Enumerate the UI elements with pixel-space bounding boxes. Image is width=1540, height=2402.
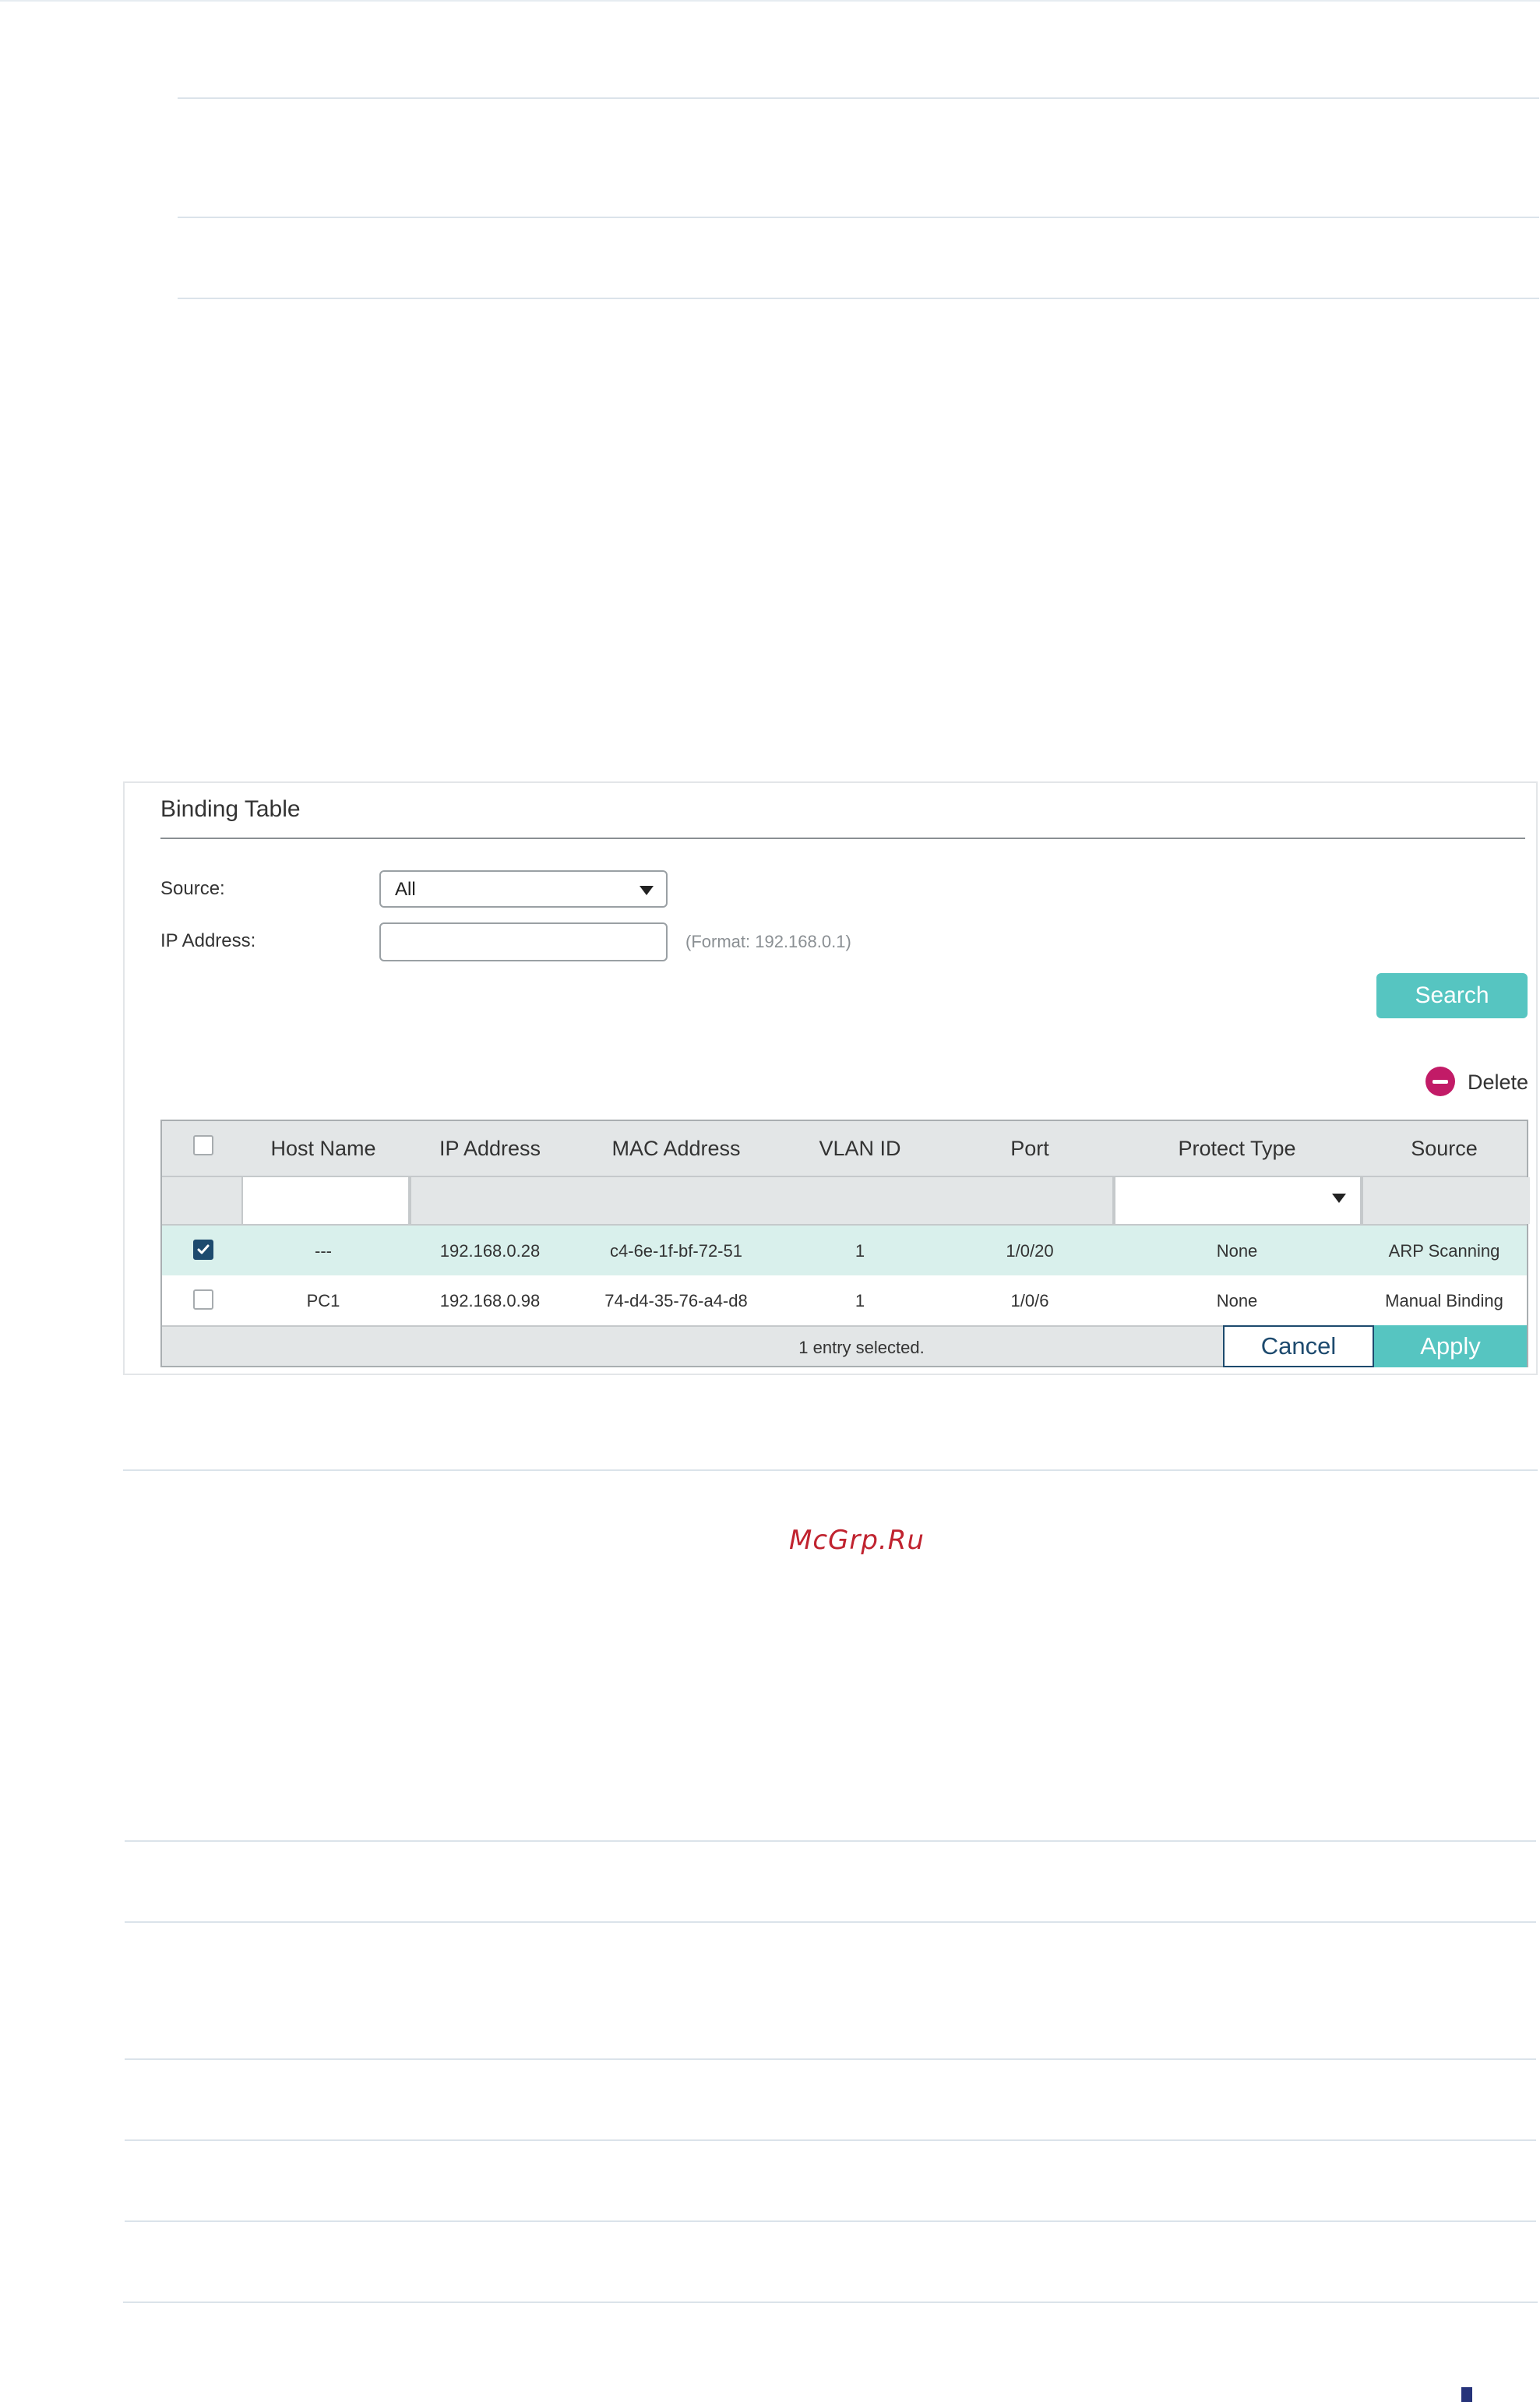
divider-line bbox=[125, 1840, 1536, 1842]
source-label: Source: bbox=[160, 878, 225, 899]
table-footer: 1 entry selected. Cancel Apply bbox=[162, 1325, 1527, 1367]
binding-table: Host Name IP Address MAC Address VLAN ID… bbox=[160, 1120, 1530, 1556]
cancel-button[interactable]: Cancel bbox=[1223, 1325, 1374, 1367]
host-name-cell: --- bbox=[315, 1241, 332, 1261]
binding-table-panel: Binding Table Source: All IP Address: (F… bbox=[123, 781, 1538, 1556]
selection-status: 1 entry selected. bbox=[798, 1338, 925, 1357]
divider-line bbox=[178, 97, 1539, 99]
chevron-down-icon bbox=[640, 886, 654, 895]
ip-address-cell: 192.168.0.28 bbox=[439, 1241, 541, 1261]
table-row[interactable]: PC1 192.168.0.98 74-d4-35-76-a4-d8 1 1/0… bbox=[162, 1275, 1527, 1325]
ip-address-cell: 192.168.0.98 bbox=[439, 1291, 541, 1310]
source-select[interactable]: All bbox=[379, 870, 668, 908]
divider-line bbox=[123, 2301, 1538, 2303]
source-cell: ARP Scanning bbox=[1388, 1241, 1500, 1261]
port-cell: 1/0/6 bbox=[1010, 1291, 1049, 1310]
column-header-protect-type[interactable]: Protect Type bbox=[1178, 1137, 1295, 1161]
filter-spacer bbox=[410, 1177, 1114, 1224]
select-all-checkbox[interactable] bbox=[193, 1135, 213, 1155]
divider-line bbox=[123, 1469, 1538, 1471]
host-name-filter-input[interactable] bbox=[241, 1177, 410, 1224]
column-header-ip-address[interactable]: IP Address bbox=[439, 1137, 541, 1161]
protect-type-cell: None bbox=[1216, 1241, 1258, 1261]
search-button[interactable]: Search bbox=[1376, 973, 1528, 1018]
minus-circle-icon bbox=[1425, 1067, 1455, 1096]
divider-line bbox=[178, 217, 1539, 218]
page-corner-marker bbox=[1461, 2387, 1472, 2402]
watermark-text: McGrp.Ru bbox=[789, 1525, 925, 1556]
check-icon bbox=[197, 1244, 210, 1254]
mac-address-cell: 74-d4-35-76-a4-d8 bbox=[604, 1291, 748, 1310]
source-cell: Manual Binding bbox=[1385, 1291, 1503, 1310]
apply-button[interactable]: Apply bbox=[1374, 1325, 1527, 1367]
panel-title: Binding Table bbox=[160, 796, 301, 822]
mac-address-cell: c4-6e-1f-bf-72-51 bbox=[610, 1241, 742, 1261]
divider-line bbox=[178, 298, 1539, 299]
row-checkbox[interactable] bbox=[193, 1289, 213, 1310]
port-cell: 1/0/20 bbox=[1006, 1241, 1054, 1261]
panel-title-underline bbox=[160, 838, 1525, 839]
source-select-value: All bbox=[395, 879, 416, 900]
chevron-down-icon bbox=[1332, 1194, 1346, 1203]
row-checkbox[interactable] bbox=[193, 1240, 213, 1260]
column-header-host-name[interactable]: Host Name bbox=[270, 1137, 375, 1161]
delete-label: Delete bbox=[1468, 1070, 1529, 1094]
divider-line bbox=[125, 2220, 1536, 2222]
ip-address-input[interactable] bbox=[379, 922, 668, 961]
source-filter-cell bbox=[1362, 1177, 1530, 1224]
protect-type-cell: None bbox=[1216, 1291, 1258, 1310]
top-edge-line bbox=[0, 0, 1540, 2]
divider-line bbox=[125, 1921, 1536, 1923]
ip-address-label: IP Address: bbox=[160, 930, 256, 951]
column-header-mac-address[interactable]: MAC Address bbox=[611, 1137, 740, 1161]
ip-format-hint: (Format: 192.168.0.1) bbox=[685, 932, 851, 951]
divider-line bbox=[125, 2058, 1536, 2060]
table-row[interactable]: --- 192.168.0.28 c4-6e-1f-bf-72-51 1 1/0… bbox=[162, 1226, 1527, 1275]
filter-row bbox=[162, 1177, 1530, 1226]
protect-type-filter-select[interactable] bbox=[1114, 1177, 1362, 1224]
column-header-port[interactable]: Port bbox=[1010, 1137, 1049, 1161]
divider-line bbox=[125, 2139, 1536, 2141]
vlan-id-cell: 1 bbox=[855, 1241, 865, 1261]
column-header-source[interactable]: Source bbox=[1411, 1137, 1478, 1161]
host-name-cell: PC1 bbox=[306, 1291, 340, 1310]
vlan-id-cell: 1 bbox=[855, 1291, 865, 1310]
table-header: Host Name IP Address MAC Address VLAN ID… bbox=[162, 1121, 1527, 1177]
column-header-vlan-id[interactable]: VLAN ID bbox=[819, 1137, 900, 1161]
